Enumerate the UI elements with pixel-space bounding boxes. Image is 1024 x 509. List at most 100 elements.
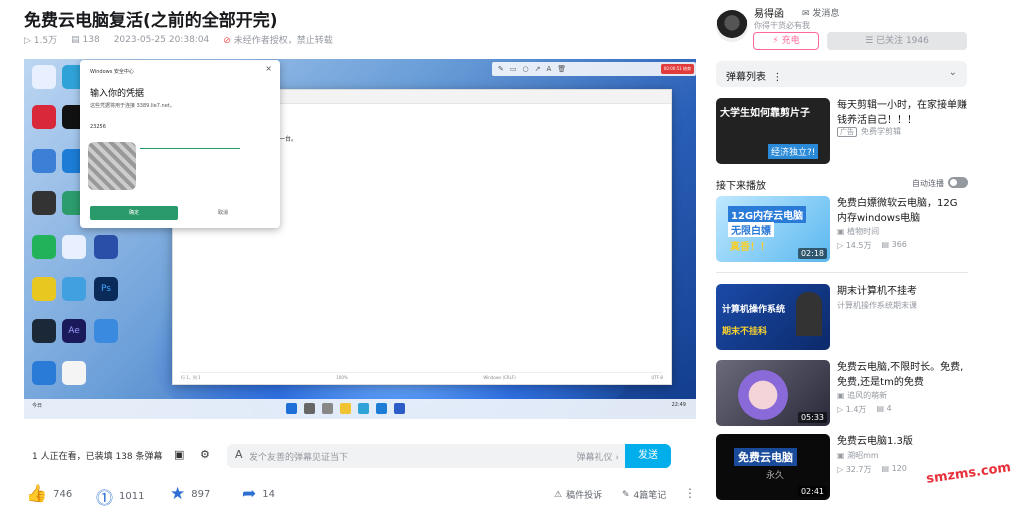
list-item[interactable]: 大学生如何靠剪片子 经济独立?! 每天剪辑一小时，在家接单赚钱养活自己！！！ 广… [716, 98, 968, 168]
coin-button[interactable]: ⓵ 1011 [96, 484, 144, 509]
thumb-caption: 经济独立?! [768, 144, 819, 159]
uploader-avatar[interactable] [716, 10, 748, 42]
task-view-icon[interactable] [322, 403, 333, 414]
pen-icon[interactable]: ✎ [498, 65, 504, 73]
recording-badge[interactable]: 00:00:51 结束 [660, 64, 694, 74]
autocad-icon[interactable] [32, 105, 56, 129]
thumb-caption: 12G内存云电脑 [728, 206, 807, 223]
edge-taskbar-icon[interactable] [358, 403, 369, 414]
feishu-icon[interactable] [94, 319, 118, 343]
charge-button[interactable]: ⚡ 充电 [753, 32, 819, 50]
card-title[interactable]: 免费白嫖微软云电脑，12G内存windows电脑 [837, 196, 967, 226]
rect-icon[interactable]: ▭ [510, 65, 517, 73]
favorite-button[interactable]: ★ 897 [170, 484, 210, 504]
uploader-name[interactable]: 易得函 [754, 5, 784, 20]
card-title[interactable]: 免费云电脑,不限时长。免费,免费,还是tm的免费 [837, 360, 967, 390]
video-thumbnail[interactable]: 免费云电脑 永久 02:41 [716, 434, 830, 500]
report-button[interactable]: ⚠ 稿件投诉 [554, 488, 602, 502]
tencent-icon[interactable] [32, 277, 56, 301]
card-author[interactable]: ▣ 追风的萌新 [837, 390, 887, 401]
send-button[interactable]: 发送 [625, 444, 671, 468]
circle-icon[interactable]: ○ [523, 65, 529, 73]
card-author[interactable]: ▣ 溯昭mm [837, 450, 879, 461]
dialog-heading: 输入你的凭据 [90, 89, 145, 99]
autoplay-toggle[interactable] [948, 177, 968, 188]
list-item[interactable]: 计算机操作系统 期末不挂科 期末计算机不挂考 计算机操作系统期末课 [716, 284, 968, 354]
cancel-button[interactable]: 取消 [218, 206, 228, 220]
recording-toolbar[interactable]: ✎ ▭ ○ ↗ A 🗑 00:00:51 结束 [492, 62, 696, 76]
video-thumbnail[interactable]: 12G内存云电脑 无限白嫖 真香！！ 02:18 [716, 196, 830, 262]
start-icon[interactable] [286, 403, 297, 414]
wallpaper-engine-app-icon[interactable] [94, 235, 118, 259]
thumb-caption: 免费云电脑 [734, 448, 797, 466]
duration-badge: 02:18 [797, 248, 827, 259]
danmaku-input[interactable]: A 发个友善的弹幕见证当下 弹幕礼仪 › 发送 [227, 444, 671, 468]
pycharm-icon[interactable] [32, 235, 56, 259]
video-player[interactable]: Ps Ae ✎ ▭ ○ ↗ A 🗑 00:00:51 结束 一人一台。 行 1，… [24, 59, 696, 419]
presenter-image [796, 292, 822, 336]
explorer-icon[interactable] [340, 403, 351, 414]
danmaku-list-label: 弹幕列表 ⋮ [726, 72, 783, 83]
video-thumbnail[interactable]: 计算机操作系统 期末不挂科 [716, 284, 830, 350]
arrow-icon[interactable]: ↗ [535, 65, 541, 73]
recycle-bin-icon[interactable] [32, 65, 56, 89]
thumbs-up-icon: 👍 [26, 484, 48, 504]
danmaku-settings-icon[interactable]: ⚙ [200, 448, 214, 462]
delete-icon[interactable]: 🗑 [557, 65, 566, 73]
taskbar-clock[interactable]: 22:49 [672, 402, 686, 408]
photoshop-icon[interactable]: Ps [94, 277, 118, 301]
text-icon[interactable]: A [546, 65, 551, 73]
app-icon-bottom[interactable] [62, 361, 86, 385]
obs-icon[interactable] [32, 191, 56, 215]
font-style-icon[interactable]: A [235, 448, 243, 461]
more-icon[interactable]: ⋮ [684, 486, 696, 500]
video-thumbnail[interactable]: 05:33 [716, 360, 830, 426]
password-field[interactable] [140, 148, 240, 149]
like-button[interactable]: 👍 746 [26, 484, 72, 504]
app-icon-bottom-left[interactable] [32, 361, 56, 385]
credential-dialog[interactable]: Windows 安全中心 × 输入你的凭据 这些凭据将用于连接 3389.lie… [80, 60, 280, 228]
danmaku-bar: 1 人正在看，已装填 138 条弹幕 ▣ ⚙ A 发个友善的弹幕见证当下 弹幕礼… [24, 440, 696, 470]
card-title[interactable]: 免费云电脑1.3版 [837, 434, 967, 449]
divider [716, 272, 968, 273]
close-icon[interactable]: × [265, 64, 272, 73]
krita-icon[interactable] [32, 149, 56, 173]
folder-app-icon[interactable] [62, 277, 86, 301]
avatar [88, 142, 136, 190]
follow-button[interactable]: ☰ 已关注 1946 [827, 32, 967, 50]
list-item[interactable]: 12G内存云电脑 无限白嫖 真香！！ 02:18 免费白嫖微软云电脑，12G内存… [716, 196, 968, 266]
note-icon: ✎ [622, 489, 630, 500]
card-author[interactable]: ▣ 植物时间 [837, 226, 879, 237]
send-message-link[interactable]: ✉ 发消息 [802, 6, 839, 19]
copyright-notice: ⊘ 未经作者授权，禁止转载 [223, 36, 333, 46]
share-button[interactable]: ➦ 14 [242, 484, 275, 504]
windows-taskbar[interactable]: 今日 22:49 [24, 399, 696, 419]
chevron-down-icon[interactable]: ⌄ [949, 67, 957, 78]
anime-image [738, 370, 788, 420]
notes-button[interactable]: ✎ 4篇笔记 [622, 488, 666, 502]
forbidden-icon: ⊘ [223, 36, 231, 46]
steam-icon[interactable] [32, 319, 56, 343]
dialog-window-title: Windows 安全中心 [90, 69, 134, 75]
next-up-label: 接下来播放 [716, 181, 766, 192]
card-title[interactable]: 期末计算机不挂考 [837, 284, 967, 299]
card-author[interactable]: 广告 免费学剪辑 [837, 126, 901, 137]
list-item[interactable]: 免费云电脑 永久 02:41 免费云电脑1.3版 ▣ 溯昭mm ▷ 32.7万 ▤… [716, 434, 968, 504]
card-author[interactable]: 计算机操作系统期末课 [837, 300, 917, 311]
video-meta: ▷ 1.5万 ▤ 138 2023-05-25 20:38:04 ⊘ 未经作者授… [24, 33, 333, 47]
confirm-button[interactable]: 确定 [90, 206, 178, 220]
notepad-taskbar-icon[interactable] [394, 403, 405, 414]
app-taskbar-icon[interactable] [376, 403, 387, 414]
danmaku-etiquette-link[interactable]: 弹幕礼仪 › [577, 450, 619, 463]
search-icon[interactable] [304, 403, 315, 414]
duration-badge: 02:41 [797, 486, 827, 497]
taskbar-weather[interactable]: 今日 [32, 402, 42, 409]
danmaku-list-panel[interactable]: 弹幕列表 ⋮ ⌄ [716, 61, 967, 87]
card-title[interactable]: 每天剪辑一小时，在家接单赚钱养活自己！！！ [837, 98, 967, 128]
danmaku-toggle-icon[interactable]: ▣ [174, 448, 188, 462]
username-field[interactable]: 23256 [90, 124, 106, 130]
after-effects-icon[interactable]: Ae [62, 319, 86, 343]
list-item[interactable]: 05:33 免费云电脑,不限时长。免费,免费,还是tm的免费 ▣ 追风的萌新 ▷… [716, 360, 968, 430]
video-thumbnail[interactable]: 大学生如何靠剪片子 经济独立?! [716, 98, 830, 164]
wallpaper-engine-icon[interactable] [62, 235, 86, 259]
